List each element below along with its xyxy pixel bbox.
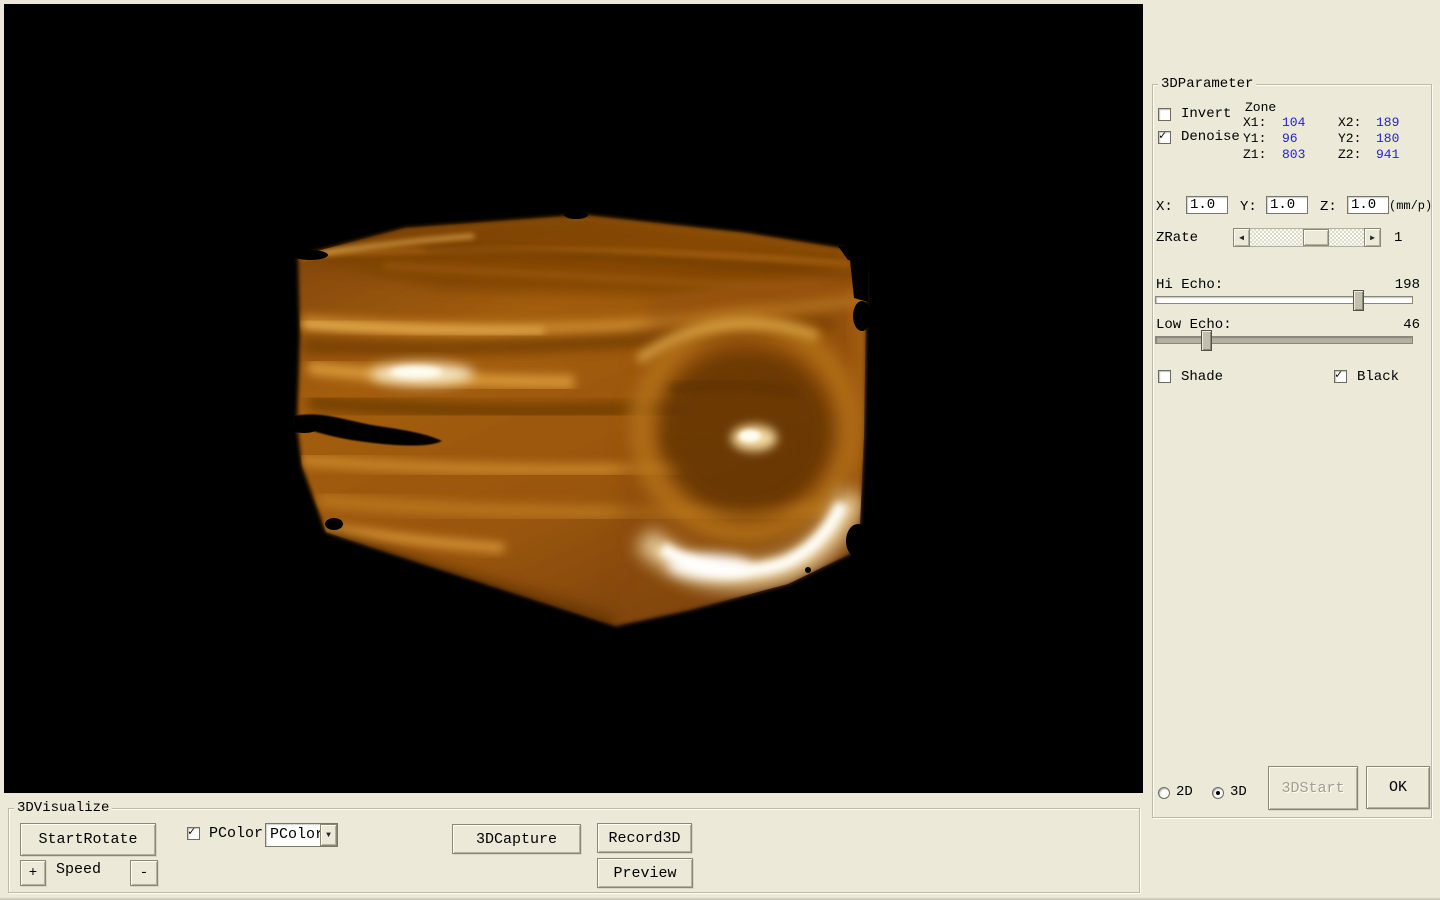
denoise-label: Denoise bbox=[1181, 129, 1240, 145]
zrate-scrollbar-thumb[interactable] bbox=[1303, 229, 1329, 246]
pcolor-checkbox[interactable]: ✓ bbox=[187, 827, 200, 840]
scale-unit-label: (mm/p) bbox=[1389, 198, 1432, 214]
z-scale-label: Z: bbox=[1320, 199, 1337, 215]
hi-echo-slider-track[interactable] bbox=[1155, 296, 1413, 304]
parameter-group-box: 3DParameter bbox=[1152, 84, 1432, 818]
low-echo-value: 46 bbox=[1386, 317, 1420, 333]
black-label: Black bbox=[1357, 369, 1399, 385]
low-echo-slider-thumb[interactable] bbox=[1201, 330, 1212, 351]
visualize-group-title: 3DVisualize bbox=[14, 800, 112, 816]
zone-z1-value: 803 bbox=[1282, 147, 1305, 163]
pcolor-label: PColor bbox=[209, 826, 263, 842]
mode-3d-label: 3D bbox=[1230, 784, 1247, 800]
hi-echo-value: 198 bbox=[1386, 277, 1420, 293]
speed-label: Speed bbox=[56, 862, 101, 878]
zone-x1-label: X1: bbox=[1243, 115, 1266, 131]
invert-checkbox[interactable]: ✓ bbox=[1158, 108, 1171, 121]
zone-x2-value: 189 bbox=[1376, 115, 1399, 131]
zrate-scrollbar-track[interactable] bbox=[1250, 228, 1364, 247]
zone-z2-value: 941 bbox=[1376, 147, 1399, 163]
pcolor-dropdown-value: PColor bbox=[266, 824, 320, 846]
pcolor-dropdown[interactable]: PColor ▼ bbox=[265, 823, 338, 847]
zone-y1-label: Y1: bbox=[1243, 131, 1266, 147]
x-scale-label: X: bbox=[1156, 199, 1173, 215]
y-scale-label: Y: bbox=[1240, 199, 1257, 215]
y-scale-input[interactable] bbox=[1266, 196, 1308, 214]
invert-label: Invert bbox=[1181, 106, 1231, 122]
start3d-button[interactable]: 3DStart bbox=[1268, 766, 1358, 810]
start-rotate-button[interactable]: StartRotate bbox=[20, 823, 156, 856]
checkmark-icon: ✓ bbox=[1335, 369, 1342, 382]
low-echo-label: Low Echo: bbox=[1156, 317, 1232, 333]
checkmark-icon: ✓ bbox=[1159, 130, 1166, 143]
mode-3d-radio[interactable] bbox=[1212, 787, 1224, 799]
shade-label: Shade bbox=[1181, 369, 1223, 385]
zrate-value: 1 bbox=[1394, 230, 1402, 246]
zone-x2-label: X2: bbox=[1338, 115, 1361, 131]
low-echo-slider-track[interactable] bbox=[1155, 336, 1413, 344]
zone-z2-label: Z2: bbox=[1338, 147, 1361, 163]
zone-y2-label: Y2: bbox=[1338, 131, 1361, 147]
checkmark-icon: ✓ bbox=[188, 826, 195, 839]
zone-y2-value: 180 bbox=[1376, 131, 1399, 147]
parameter-group-title: 3DParameter bbox=[1158, 76, 1256, 92]
arrow-right-icon[interactable]: ▶ bbox=[1364, 228, 1381, 247]
ultrasound-volume-render bbox=[4, 4, 1143, 793]
render-viewport[interactable] bbox=[4, 4, 1143, 793]
arrow-down-icon[interactable]: ▼ bbox=[320, 824, 337, 846]
hi-echo-slider-thumb[interactable] bbox=[1353, 290, 1364, 311]
mode-2d-radio[interactable] bbox=[1158, 787, 1170, 799]
record-3d-button[interactable]: Record3D bbox=[597, 823, 692, 853]
zone-title: Zone bbox=[1245, 100, 1276, 116]
app-window: 3DParameter ✓ Invert ✓ Denoise Zone X1: … bbox=[0, 0, 1440, 900]
z-scale-input[interactable] bbox=[1347, 196, 1389, 214]
denoise-checkbox[interactable]: ✓ bbox=[1158, 131, 1171, 144]
zrate-scrollbar[interactable]: ◀ ▶ bbox=[1233, 228, 1381, 247]
zone-z1-label: Z1: bbox=[1243, 147, 1266, 163]
ok-button[interactable]: OK bbox=[1366, 766, 1430, 809]
zone-x1-value: 104 bbox=[1282, 115, 1305, 131]
volume-right-face-ring bbox=[618, 266, 866, 622]
zrate-label: ZRate bbox=[1156, 230, 1198, 246]
speed-minus-button[interactable]: - bbox=[130, 860, 158, 886]
speed-plus-button[interactable]: + bbox=[20, 860, 46, 886]
black-checkbox[interactable]: ✓ bbox=[1334, 370, 1347, 383]
shade-checkbox[interactable]: ✓ bbox=[1158, 370, 1171, 383]
x-scale-input[interactable] bbox=[1186, 196, 1228, 214]
mode-2d-label: 2D bbox=[1176, 784, 1193, 800]
zone-y1-value: 96 bbox=[1282, 131, 1298, 147]
capture-3d-button[interactable]: 3DCapture bbox=[452, 824, 581, 854]
arrow-left-icon[interactable]: ◀ bbox=[1233, 228, 1250, 247]
hi-echo-label: Hi Echo: bbox=[1156, 277, 1223, 293]
preview-button[interactable]: Preview bbox=[597, 858, 693, 888]
